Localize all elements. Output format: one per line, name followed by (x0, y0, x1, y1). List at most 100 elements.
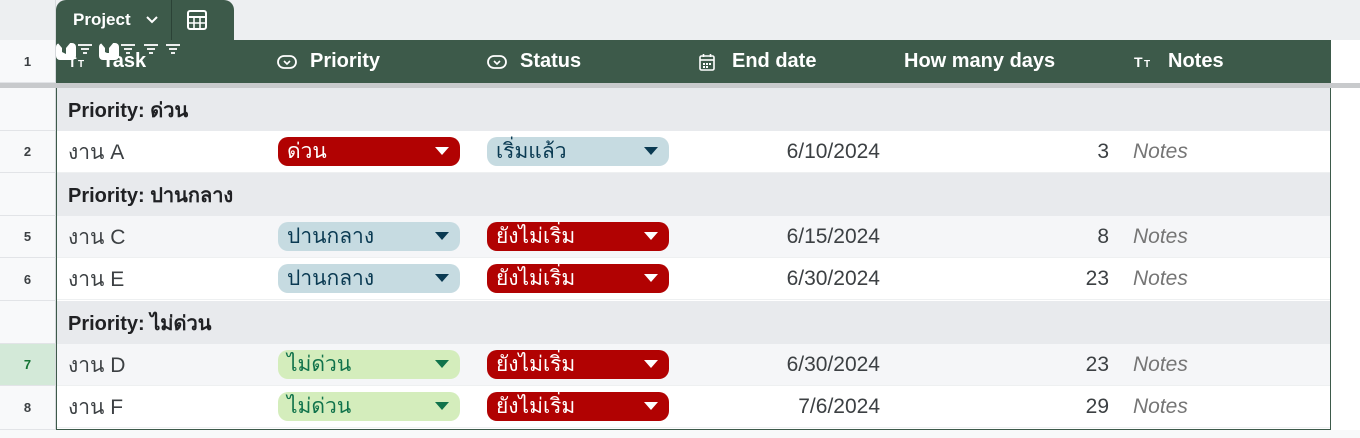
end-date-cell[interactable]: 6/30/2024 (697, 258, 880, 300)
row-number-group-1 (0, 88, 56, 131)
priority-chip[interactable]: ด่วน (278, 137, 460, 166)
row-number-8[interactable]: 8 (0, 386, 56, 430)
chevron-down-icon[interactable] (145, 13, 159, 27)
dropdown-arrow-icon[interactable] (435, 402, 449, 410)
status-chip[interactable]: ยังไม่เริ่ม (487, 264, 669, 293)
priority-chip[interactable]: ไม่ด่วน (278, 392, 460, 421)
table-row[interactable]: งาน C ปานกลาง ยังไม่เริ่ม 6/15/2024 8 No… (57, 216, 1330, 258)
column-label-notes: Notes (1168, 50, 1224, 72)
group-header[interactable]: Priority: ปานกลาง (57, 173, 1330, 216)
row-number-6[interactable]: 6 (0, 258, 56, 301)
tab-divider (170, 0, 172, 40)
dropdown-arrow-icon[interactable] (644, 232, 658, 240)
select-all-corner[interactable] (0, 0, 56, 40)
table-row[interactable]: งาน F ไม่ด่วน ยังไม่เริ่ม 7/6/2024 29 No… (57, 386, 1330, 428)
table-body: Priority: ด่วน งาน A ด่วน เริ่มแล้ว 6/10… (56, 88, 1331, 430)
status-chip[interactable]: ยังไม่เริ่ม (487, 222, 669, 251)
status-chip-label: ยังไม่เริ่ม (496, 225, 576, 248)
notes-cell[interactable]: Notes (1133, 131, 1188, 173)
task-cell[interactable]: งาน A (68, 131, 124, 173)
status-chip-label: เริ่มแล้ว (496, 140, 567, 163)
sheet-bottom-margin (0, 430, 1360, 438)
priority-chip[interactable]: ปานกลาง (278, 264, 460, 293)
priority-chip-label: ด่วน (287, 140, 327, 163)
column-header-notes[interactable]: TT Notes (1134, 40, 1314, 83)
text-type-icon: TT (68, 51, 90, 73)
end-date-cell[interactable]: 6/10/2024 (697, 131, 880, 173)
status-chip-label: ยังไม่เริ่ม (496, 395, 576, 418)
task-cell[interactable]: งาน D (68, 344, 125, 386)
dropdown-arrow-icon[interactable] (435, 232, 449, 240)
status-chip-label: ยังไม่เริ่ม (496, 267, 576, 290)
priority-chip-label: ปานกลาง (287, 267, 375, 290)
column-header-priority[interactable]: Priority (276, 40, 476, 83)
status-chip[interactable]: ยังไม่เริ่ม (487, 392, 669, 421)
column-header-task[interactable]: TT Task (68, 40, 264, 83)
priority-chip[interactable]: ไม่ด่วน (278, 350, 460, 379)
svg-text:T: T (78, 59, 84, 70)
column-label-priority: Priority (310, 50, 381, 72)
row-number-2[interactable]: 2 (0, 131, 56, 173)
dropdown-type-icon (486, 51, 508, 73)
table-tab[interactable]: Project (56, 0, 234, 40)
table-header-row: TT Task Priority Status End date How man… (56, 40, 1331, 83)
svg-text:T: T (1144, 59, 1150, 70)
priority-chip-label: ไม่ด่วน (287, 395, 352, 418)
column-header-how-many-days[interactable]: How many days (904, 40, 1084, 83)
svg-text:T: T (1134, 54, 1143, 70)
dropdown-arrow-icon[interactable] (644, 147, 658, 155)
days-cell[interactable]: 3 (907, 131, 1109, 173)
text-type-icon: TT (1134, 51, 1156, 73)
group-header[interactable]: Priority: ด่วน (57, 88, 1330, 131)
task-cell[interactable]: งาน E (68, 258, 124, 300)
calendar-type-icon (696, 51, 718, 73)
column-header-status[interactable]: Status (486, 40, 686, 83)
column-header-end-date[interactable]: End date (696, 40, 896, 83)
table-row[interactable]: งาน A ด่วน เริ่มแล้ว 6/10/2024 3 Notes (57, 131, 1330, 173)
status-chip-label: ยังไม่เริ่ม (496, 353, 576, 376)
table-calculator-icon[interactable] (186, 9, 208, 31)
column-label-task: Task (102, 50, 147, 72)
dropdown-arrow-icon[interactable] (435, 274, 449, 282)
task-cell[interactable]: งาน C (68, 216, 125, 258)
status-chip[interactable]: ยังไม่เริ่ม (487, 350, 669, 379)
notes-cell[interactable]: Notes (1133, 344, 1188, 386)
priority-chip-label: ไม่ด่วน (287, 353, 352, 376)
group-label: Priority: ด่วน (68, 99, 189, 122)
notes-cell[interactable]: Notes (1133, 216, 1188, 258)
days-cell[interactable]: 23 (907, 344, 1109, 386)
sheet-view: Project 1 2 5 6 7 8 TT Task Priority Sta… (0, 0, 1360, 438)
table-row[interactable]: งาน D ไม่ด่วน ยังไม่เริ่ม 6/30/2024 23 N… (57, 344, 1330, 386)
svg-text:T: T (68, 54, 77, 70)
group-label: Priority: ไม่ด่วน (68, 312, 212, 335)
notes-cell[interactable]: Notes (1133, 386, 1188, 428)
row-number-5[interactable]: 5 (0, 216, 56, 258)
dropdown-arrow-icon[interactable] (644, 402, 658, 410)
days-cell[interactable]: 23 (907, 258, 1109, 300)
priority-chip-label: ปานกลาง (287, 225, 375, 248)
column-label-end-date: End date (732, 50, 817, 72)
status-chip[interactable]: เริ่มแล้ว (487, 137, 669, 166)
dropdown-type-icon (276, 51, 298, 73)
dropdown-arrow-icon[interactable] (644, 360, 658, 368)
end-date-cell[interactable]: 6/30/2024 (697, 344, 880, 386)
table-name: Project (73, 10, 131, 29)
days-cell[interactable]: 8 (907, 216, 1109, 258)
priority-chip[interactable]: ปานกลาง (278, 222, 460, 251)
dropdown-arrow-icon[interactable] (644, 274, 658, 282)
row-number-1[interactable]: 1 (0, 40, 56, 83)
notes-cell[interactable]: Notes (1133, 258, 1188, 300)
table-tab-bar: Project (0, 0, 1360, 40)
dropdown-arrow-icon[interactable] (435, 147, 449, 155)
table-row[interactable]: งาน E ปานกลาง ยังไม่เริ่ม 6/30/2024 23 N… (57, 258, 1330, 300)
row-number-7[interactable]: 7 (0, 344, 56, 386)
dropdown-arrow-icon[interactable] (435, 360, 449, 368)
end-date-cell[interactable]: 7/6/2024 (697, 386, 880, 428)
days-cell[interactable]: 29 (907, 386, 1109, 428)
column-label-status: Status (520, 50, 582, 72)
end-date-cell[interactable]: 6/15/2024 (697, 216, 880, 258)
group-header[interactable]: Priority: ไม่ด่วน (57, 301, 1330, 344)
column-label-how-many-days: How many days (904, 50, 1056, 72)
group-label: Priority: ปานกลาง (68, 184, 234, 207)
task-cell[interactable]: งาน F (68, 386, 123, 428)
